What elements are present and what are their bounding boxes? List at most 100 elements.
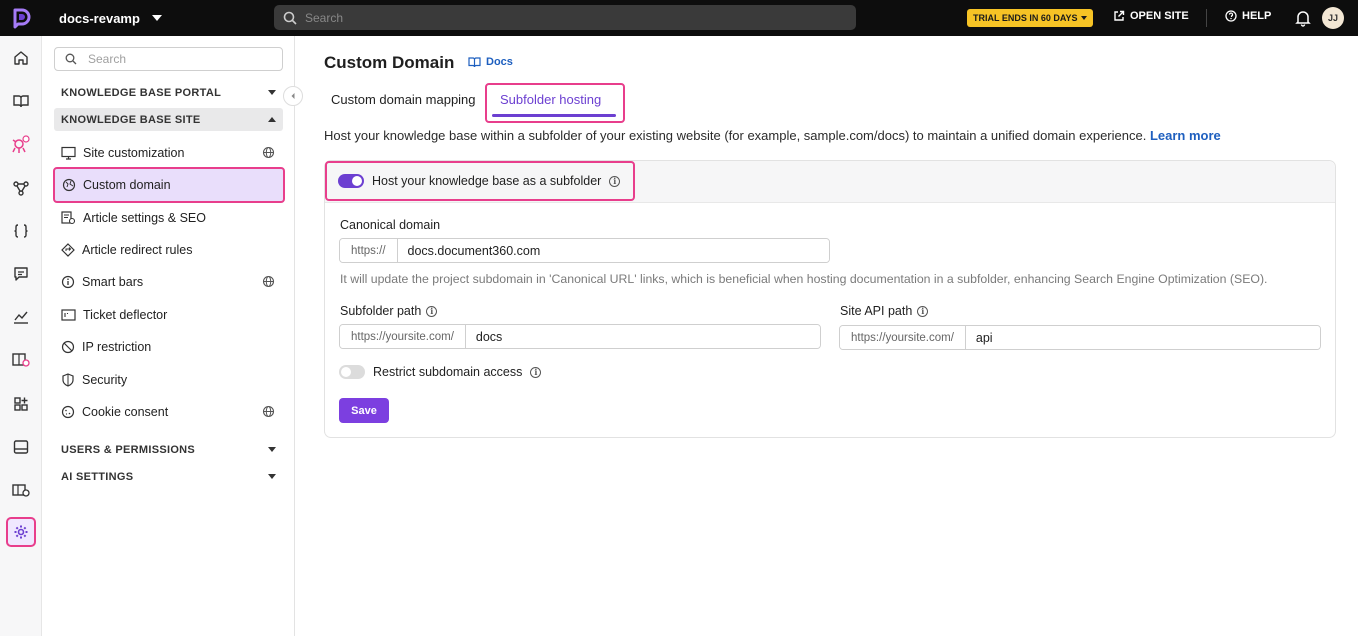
section-label: USERS & PERMISSIONS [61, 443, 196, 456]
subfolder-path-label: Subfolder path i [340, 304, 438, 318]
apps-icon[interactable] [6, 389, 36, 419]
info-icon[interactable]: i [609, 175, 621, 187]
book-icon[interactable] [6, 86, 36, 116]
docs-link-label: Docs [486, 56, 513, 68]
canonical-domain-field[interactable]: https:// [339, 238, 830, 263]
ticket-icon [61, 309, 76, 321]
sidebar-item-smart-bars[interactable]: Smart bars [54, 267, 283, 297]
braces-icon[interactable] [6, 216, 36, 246]
global-search[interactable] [274, 5, 856, 30]
analytics-icon[interactable] [6, 302, 36, 332]
sidebar-item-cookie-consent[interactable]: Cookie consent [54, 397, 283, 427]
trial-label: TRIAL ENDS IN 60 DAYS [973, 13, 1078, 23]
section-users-permissions[interactable]: USERS & PERMISSIONS [54, 438, 283, 461]
redirect-diamond-icon [61, 243, 75, 257]
user-avatar[interactable]: JJ [1322, 7, 1344, 29]
canonical-prefix: https:// [340, 239, 398, 262]
section-knowledge-base-portal[interactable]: KNOWLEDGE BASE PORTAL [54, 81, 283, 104]
open-site-button[interactable]: OPEN SITE [1113, 10, 1189, 22]
section-ai-settings[interactable]: AI SETTINGS [54, 465, 283, 488]
home-icon[interactable] [6, 43, 36, 73]
globe-icon [262, 275, 275, 288]
help-label: HELP [1242, 10, 1272, 22]
sidebar-item-ticket-deflector[interactable]: Ticket deflector [54, 300, 283, 330]
pages-settings-icon[interactable] [6, 475, 36, 505]
restrict-subdomain-switch[interactable] [339, 365, 365, 379]
widget-icon[interactable] [6, 432, 36, 462]
site-api-path-field[interactable]: https://yoursite.com/ [839, 325, 1321, 350]
tab-custom-domain-mapping[interactable]: Custom domain mapping [331, 92, 476, 107]
host-subfolder-switch[interactable] [338, 174, 364, 188]
globe-icon [262, 405, 275, 418]
caret-down-icon [268, 447, 276, 452]
sidebar-item-site-customization[interactable]: Site customization [54, 138, 283, 168]
sidebar-item-label: Ticket deflector [83, 308, 168, 322]
block-icon [61, 340, 75, 354]
restrict-subdomain-row: Restrict subdomain access i [339, 365, 542, 379]
sidebar-item-label: IP restriction [82, 340, 152, 354]
globe-icon [262, 146, 275, 159]
sidebar-item-article-settings-seo[interactable]: Article settings & SEO [54, 203, 283, 233]
external-link-icon [1114, 10, 1125, 21]
sidebar-item-label: Article redirect rules [82, 243, 193, 257]
help-circle-icon [1225, 10, 1237, 22]
main-content: Custom Domain Docs Custom domain mapping… [296, 36, 1358, 636]
caret-down-icon [268, 90, 276, 95]
site-api-prefix: https://yoursite.com/ [840, 326, 966, 349]
active-tab-indicator [492, 114, 616, 117]
page-description: Host your knowledge base within a subfol… [324, 128, 1221, 143]
host-subfolder-label: Host your knowledge base as a subfolder [372, 174, 602, 188]
sidebar-item-article-redirect-rules[interactable]: Article redirect rules [54, 235, 283, 265]
subfolder-path-text: Subfolder path [340, 304, 422, 318]
sidebar-search-input[interactable] [88, 52, 268, 66]
sidebar-item-custom-domain[interactable]: Custom domain [53, 167, 285, 203]
sidebar-item-ip-restriction[interactable]: IP restriction [54, 332, 283, 362]
section-knowledge-base-site[interactable]: KNOWLEDGE BASE SITE [54, 108, 283, 131]
description-text: Host your knowledge base within a subfol… [324, 128, 1147, 143]
bug-icon[interactable] [6, 130, 36, 160]
info-circle-icon [61, 275, 75, 289]
caret-down-icon [1080, 16, 1087, 20]
sidebar-item-label: Custom domain [83, 178, 171, 192]
caret-down-icon [268, 474, 276, 479]
save-button[interactable]: Save [339, 398, 389, 423]
host-subfolder-toggle-row[interactable]: Host your knowledge base as a subfolder … [325, 161, 635, 201]
tab-label: Subfolder hosting [500, 92, 602, 107]
site-api-path-input[interactable] [965, 326, 1320, 349]
info-icon[interactable]: i [426, 305, 438, 317]
sidebar-item-security[interactable]: Security [54, 365, 283, 395]
sidebar-item-label: Security [82, 373, 128, 387]
subfolder-path-input[interactable] [465, 325, 820, 348]
sidebar-item-label: Article settings & SEO [83, 211, 206, 225]
top-bar: docs-revamp TRIAL ENDS IN 60 DAYS OPEN S… [0, 0, 1358, 36]
caret-up-icon [268, 117, 276, 122]
section-label: KNOWLEDGE BASE PORTAL [61, 86, 222, 99]
docs-link[interactable]: Docs [468, 56, 513, 68]
tab-subfolder-hosting[interactable]: Subfolder hosting [485, 83, 625, 123]
book-settings-icon[interactable] [6, 345, 36, 375]
subfolder-path-field[interactable]: https://yoursite.com/ [339, 324, 821, 349]
info-icon[interactable]: i [917, 305, 929, 317]
site-api-path-label: Site API path i [840, 304, 929, 318]
icon-rail [0, 36, 42, 636]
canonical-domain-input[interactable] [397, 239, 829, 262]
help-button[interactable]: HELP [1225, 10, 1271, 22]
caret-down-icon [151, 15, 162, 21]
document360-logo-icon[interactable] [0, 0, 42, 36]
sidebar-search[interactable] [54, 47, 283, 71]
learn-more-link[interactable]: Learn more [1150, 128, 1221, 143]
subfolder-settings-card: Host your knowledge base as a subfolder … [324, 160, 1336, 438]
section-label: KNOWLEDGE BASE SITE [61, 113, 201, 126]
book-icon [468, 57, 481, 68]
workflow-icon[interactable] [6, 173, 36, 203]
shield-icon [62, 373, 74, 387]
notifications-bell-icon[interactable] [1295, 9, 1311, 32]
info-icon[interactable]: i [530, 366, 542, 378]
monitor-icon [61, 146, 76, 160]
global-search-input[interactable] [305, 10, 825, 25]
comment-icon[interactable] [6, 259, 36, 289]
project-switcher[interactable]: docs-revamp [59, 11, 162, 26]
search-icon [65, 53, 77, 65]
settings-icon[interactable] [6, 517, 36, 547]
trial-badge[interactable]: TRIAL ENDS IN 60 DAYS [967, 9, 1093, 27]
